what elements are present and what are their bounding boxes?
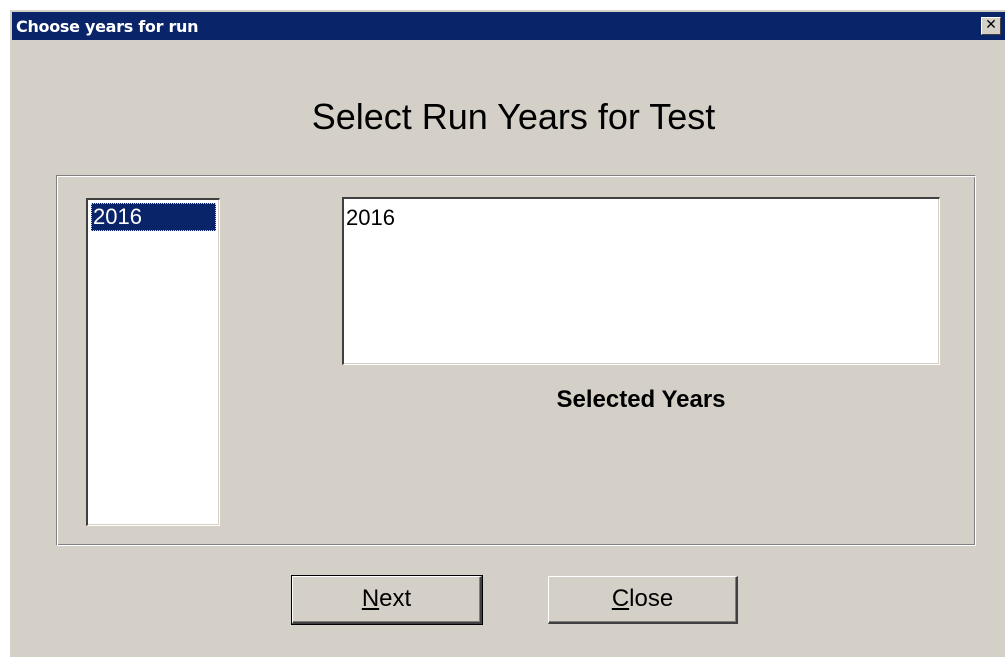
available-years-listbox[interactable]: 2016 <box>86 198 220 526</box>
next-label-rest: ext <box>379 585 412 612</box>
close-accelerator: C <box>611 585 630 612</box>
next-button[interactable]: Next <box>291 575 483 625</box>
close-button[interactable]: Close <box>548 576 738 624</box>
close-icon: ✕ <box>985 17 997 33</box>
choose-years-dialog: Choose years for run ✕ Select Run Years … <box>10 10 1005 657</box>
selected-years-value: 2016 <box>346 205 395 230</box>
close-window-button[interactable]: ✕ <box>981 17 1001 35</box>
selected-years-box[interactable]: 2016 <box>342 197 940 365</box>
dialog-heading: Select Run Years for Test <box>311 96 716 137</box>
next-accelerator: N <box>361 585 380 612</box>
title-bar[interactable]: Choose years for run ✕ <box>12 12 1005 40</box>
year-list-item[interactable]: 2016 <box>91 203 216 231</box>
selected-years-label: Selected Years <box>556 386 726 413</box>
close-label-rest: lose <box>629 585 674 612</box>
window-title: Choose years for run <box>16 17 199 36</box>
